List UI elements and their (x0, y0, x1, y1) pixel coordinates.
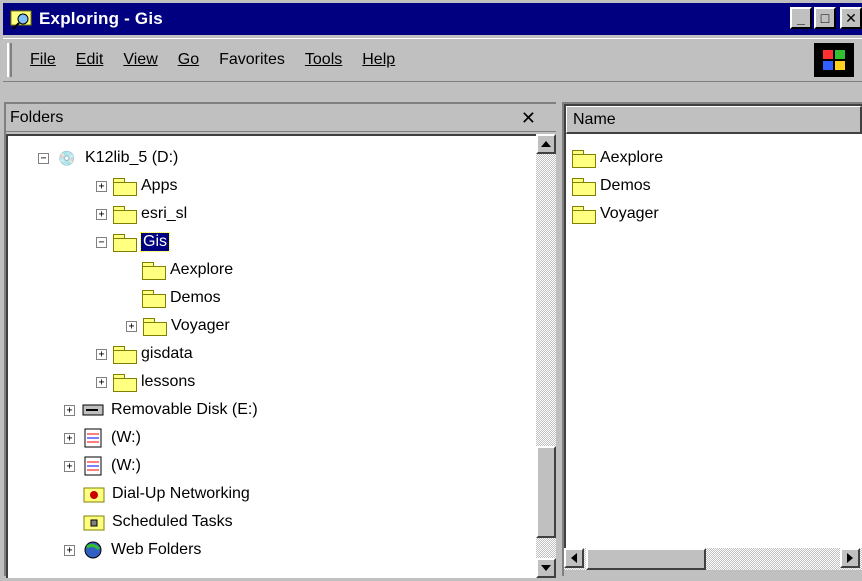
tree-item-voyager[interactable]: + Voyager (126, 312, 230, 340)
scroll-up-button[interactable] (536, 134, 556, 154)
expand-icon[interactable]: + (96, 180, 107, 192)
expand-icon[interactable]: + (64, 460, 75, 472)
list-item[interactable]: Aexplore (572, 144, 663, 172)
tree-item-lessons[interactable]: + lessons (96, 368, 195, 396)
scheduled-tasks-icon (82, 512, 106, 532)
windows-logo-icon (814, 43, 854, 77)
title-bar: Exploring - Gis _ □ ✕ (3, 3, 862, 35)
folder-icon (113, 374, 137, 392)
folder-icon (142, 290, 166, 308)
folder-icon (113, 206, 137, 224)
scroll-thumb[interactable] (536, 446, 556, 538)
folders-pane: Folders ✕ − 💿 K12lib_5 (D:) + Apps + esr… (4, 102, 556, 578)
menu-tools[interactable]: Tools (295, 51, 352, 69)
collapse-icon[interactable]: − (96, 236, 107, 248)
folder-icon (572, 206, 596, 224)
dialup-networking-icon (82, 484, 106, 504)
list-item[interactable]: Voyager (572, 200, 659, 228)
scroll-down-button[interactable] (536, 558, 556, 578)
contents-pane: Name Aexplore Demos Voyager (562, 102, 862, 576)
tree-item-gisdata[interactable]: + gisdata (96, 340, 193, 368)
folders-title: Folders (10, 108, 64, 126)
close-button[interactable]: ✕ (840, 7, 862, 29)
web-folders-icon (81, 540, 105, 560)
open-folder-icon (113, 234, 137, 252)
list-item[interactable]: Demos (572, 172, 651, 200)
expand-icon[interactable]: + (96, 208, 107, 220)
tree-item-aexplore[interactable]: Aexplore (142, 256, 233, 284)
expand-icon[interactable]: + (64, 544, 75, 556)
folder-icon (572, 178, 596, 196)
column-header-name[interactable]: Name (566, 106, 862, 134)
menu-edit[interactable]: Edit (66, 51, 114, 69)
menu-file[interactable]: File (20, 51, 66, 69)
tree-item-gis[interactable]: − Gis (96, 228, 170, 256)
tree-item-dialup[interactable]: Dial-Up Networking (82, 480, 250, 508)
tree-item-demos[interactable]: Demos (142, 284, 221, 312)
expand-icon[interactable]: + (96, 376, 107, 388)
hscroll-thumb[interactable] (586, 548, 706, 570)
folders-header: Folders (6, 104, 556, 132)
folder-icon (143, 318, 167, 336)
folders-close-icon[interactable]: ✕ (521, 108, 536, 129)
tree-item-apps[interactable]: + Apps (96, 172, 177, 200)
maximize-button[interactable]: □ (814, 7, 836, 29)
file-list[interactable]: Name Aexplore Demos Voyager (564, 104, 862, 548)
tree-item-w-drive-1[interactable]: + (W:) (64, 424, 141, 452)
menu-go[interactable]: Go (168, 51, 209, 69)
window-title: Exploring - Gis (39, 9, 163, 28)
network-drive-icon (81, 428, 105, 448)
menu-view[interactable]: View (113, 51, 167, 69)
expand-icon[interactable]: + (126, 320, 137, 332)
network-drive-icon (81, 456, 105, 476)
collapse-icon[interactable]: − (38, 152, 49, 164)
scroll-right-button[interactable] (840, 548, 860, 568)
tree-item-removable-disk[interactable]: + Removable Disk (E:) (64, 396, 258, 424)
expand-icon[interactable]: + (96, 348, 107, 360)
folder-tree[interactable]: − 💿 K12lib_5 (D:) + Apps + esri_sl − Gis… (6, 134, 536, 578)
menu-bar: File Edit View Go Favorites Tools Help (3, 38, 862, 82)
file-list-hscrollbar[interactable] (564, 548, 862, 570)
explorer-icon (10, 10, 32, 30)
expand-icon[interactable]: + (64, 404, 75, 416)
folder-icon (113, 346, 137, 364)
cd-drive-icon: 💿 (58, 149, 76, 166)
tree-item-web-folders[interactable]: + Web Folders (64, 536, 201, 564)
toolbar-grip[interactable] (7, 43, 12, 77)
tree-item-w-drive-2[interactable]: + (W:) (64, 452, 141, 480)
folder-icon (113, 178, 137, 196)
removable-disk-icon (81, 400, 105, 420)
tree-item-esri-sl[interactable]: + esri_sl (96, 200, 187, 228)
expand-icon[interactable]: + (64, 432, 75, 444)
scroll-left-button[interactable] (564, 548, 584, 568)
menu-favorites[interactable]: Favorites (209, 51, 295, 69)
folder-icon (142, 262, 166, 280)
menu-help[interactable]: Help (352, 51, 405, 69)
tree-item-k12lib[interactable]: − 💿 K12lib_5 (D:) (38, 144, 178, 172)
folder-tree-scrollbar[interactable] (536, 134, 556, 578)
folder-icon (572, 150, 596, 168)
tree-item-scheduled-tasks[interactable]: Scheduled Tasks (82, 508, 233, 536)
minimize-button[interactable]: _ (790, 7, 812, 29)
